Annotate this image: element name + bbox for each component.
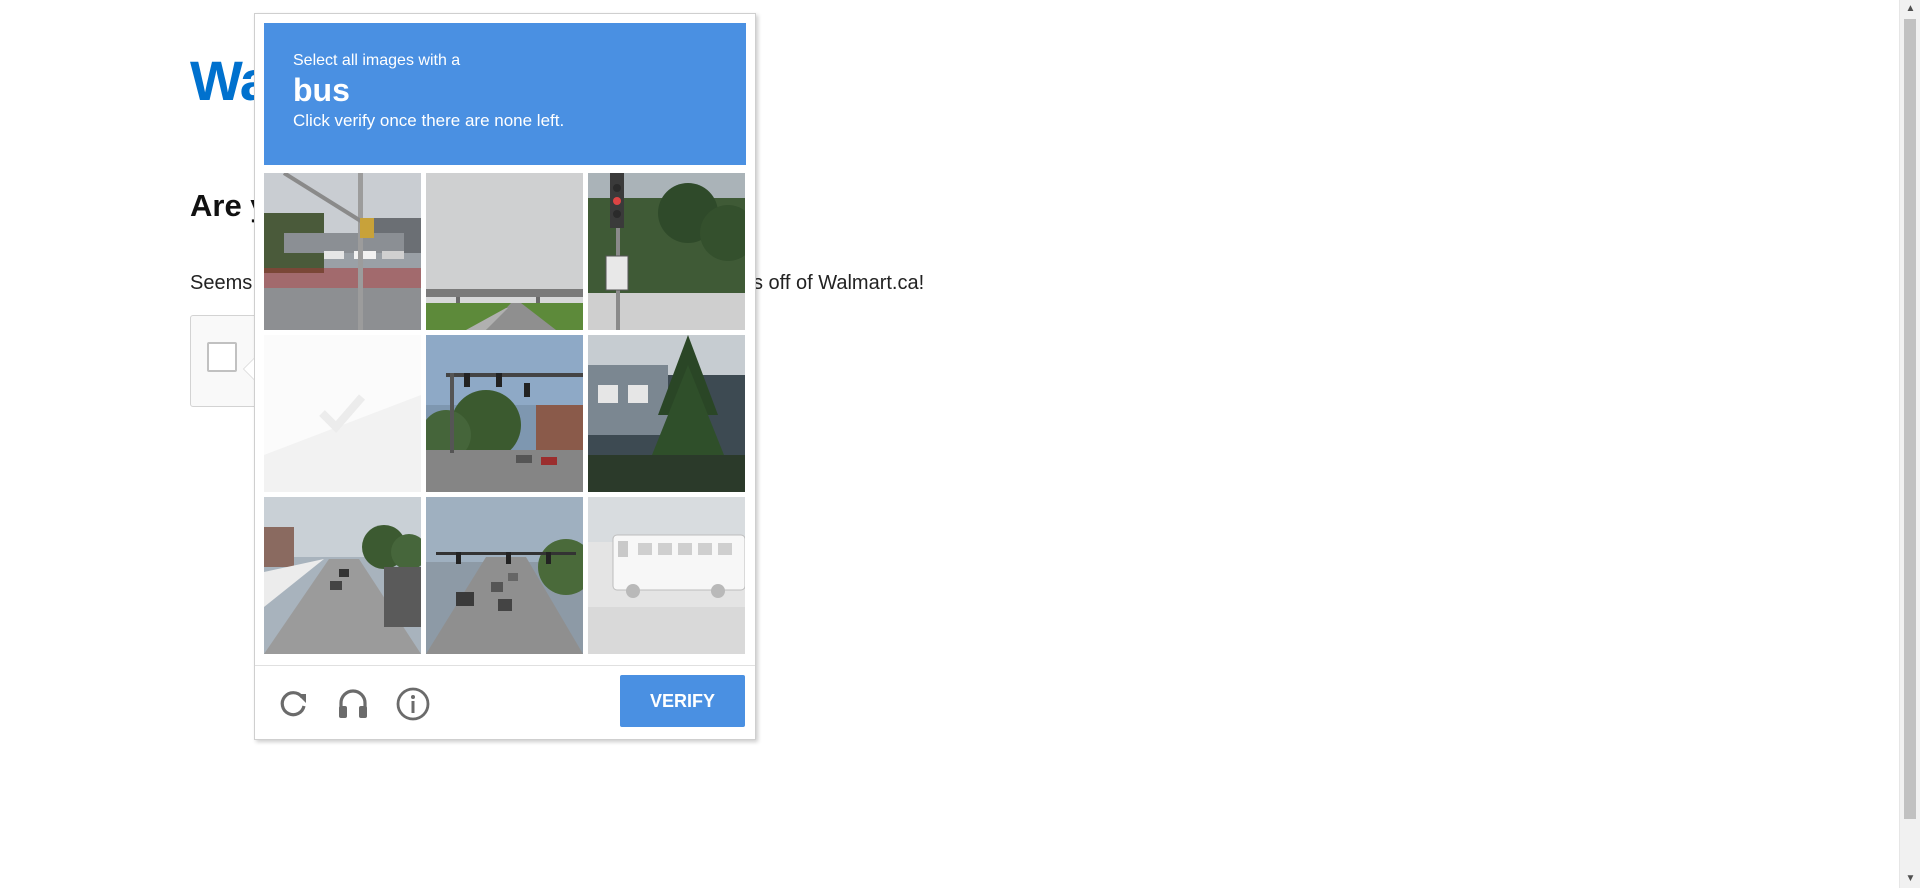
captcha-tile-3[interactable] (588, 173, 745, 330)
captcha-tile-1[interactable] (264, 173, 421, 330)
captcha-tile-7[interactable] (264, 497, 421, 654)
headphones-icon[interactable] (333, 684, 373, 724)
street-cars-image (264, 497, 421, 654)
target-object-text: bus (293, 72, 350, 108)
road-traffic-image (426, 497, 583, 654)
fading-tile-image (264, 335, 421, 492)
captcha-tile-6[interactable] (588, 335, 745, 492)
scroll-up-arrow-icon[interactable]: ▲ (1900, 0, 1920, 18)
body-text-start: Seems (190, 272, 253, 294)
scroll-thumb[interactable] (1904, 19, 1916, 819)
verify-button[interactable]: VERIFY (620, 675, 745, 727)
popup-pointer (243, 358, 254, 380)
trees-house-image (588, 335, 745, 492)
captcha-tile-9[interactable] (588, 497, 745, 654)
captcha-tile-2[interactable] (426, 173, 583, 330)
captcha-tile-8[interactable] (426, 497, 583, 654)
street-intersection-image (264, 173, 421, 330)
footer-divider (255, 665, 755, 666)
scroll-down-arrow-icon[interactable]: ▼ (1900, 870, 1920, 888)
captcha-tile-5[interactable] (426, 335, 583, 492)
sub-instruction-text: Click verify once there are none left. (293, 111, 565, 130)
captcha-image-grid (264, 173, 748, 657)
recaptcha-checkbox[interactable] (207, 342, 237, 372)
road-traffic-lights-image (426, 335, 583, 492)
highway-overpass-image (426, 173, 583, 330)
info-icon[interactable] (393, 684, 433, 724)
traffic-light-sign-image (588, 173, 745, 330)
reload-icon[interactable] (273, 684, 313, 724)
instruction-text: Select all images with a (293, 52, 461, 69)
body-text-end: s off of Walmart.ca! (753, 272, 925, 294)
captcha-challenge-popup: Select all images with a bus Click verif… (243, 13, 756, 740)
captcha-tile-4[interactable] (264, 335, 421, 492)
vertical-scrollbar[interactable]: ▲ ▼ (1899, 0, 1920, 888)
captcha-instructions-banner: Select all images with a bus Click verif… (264, 23, 746, 165)
bus-image (588, 497, 745, 654)
